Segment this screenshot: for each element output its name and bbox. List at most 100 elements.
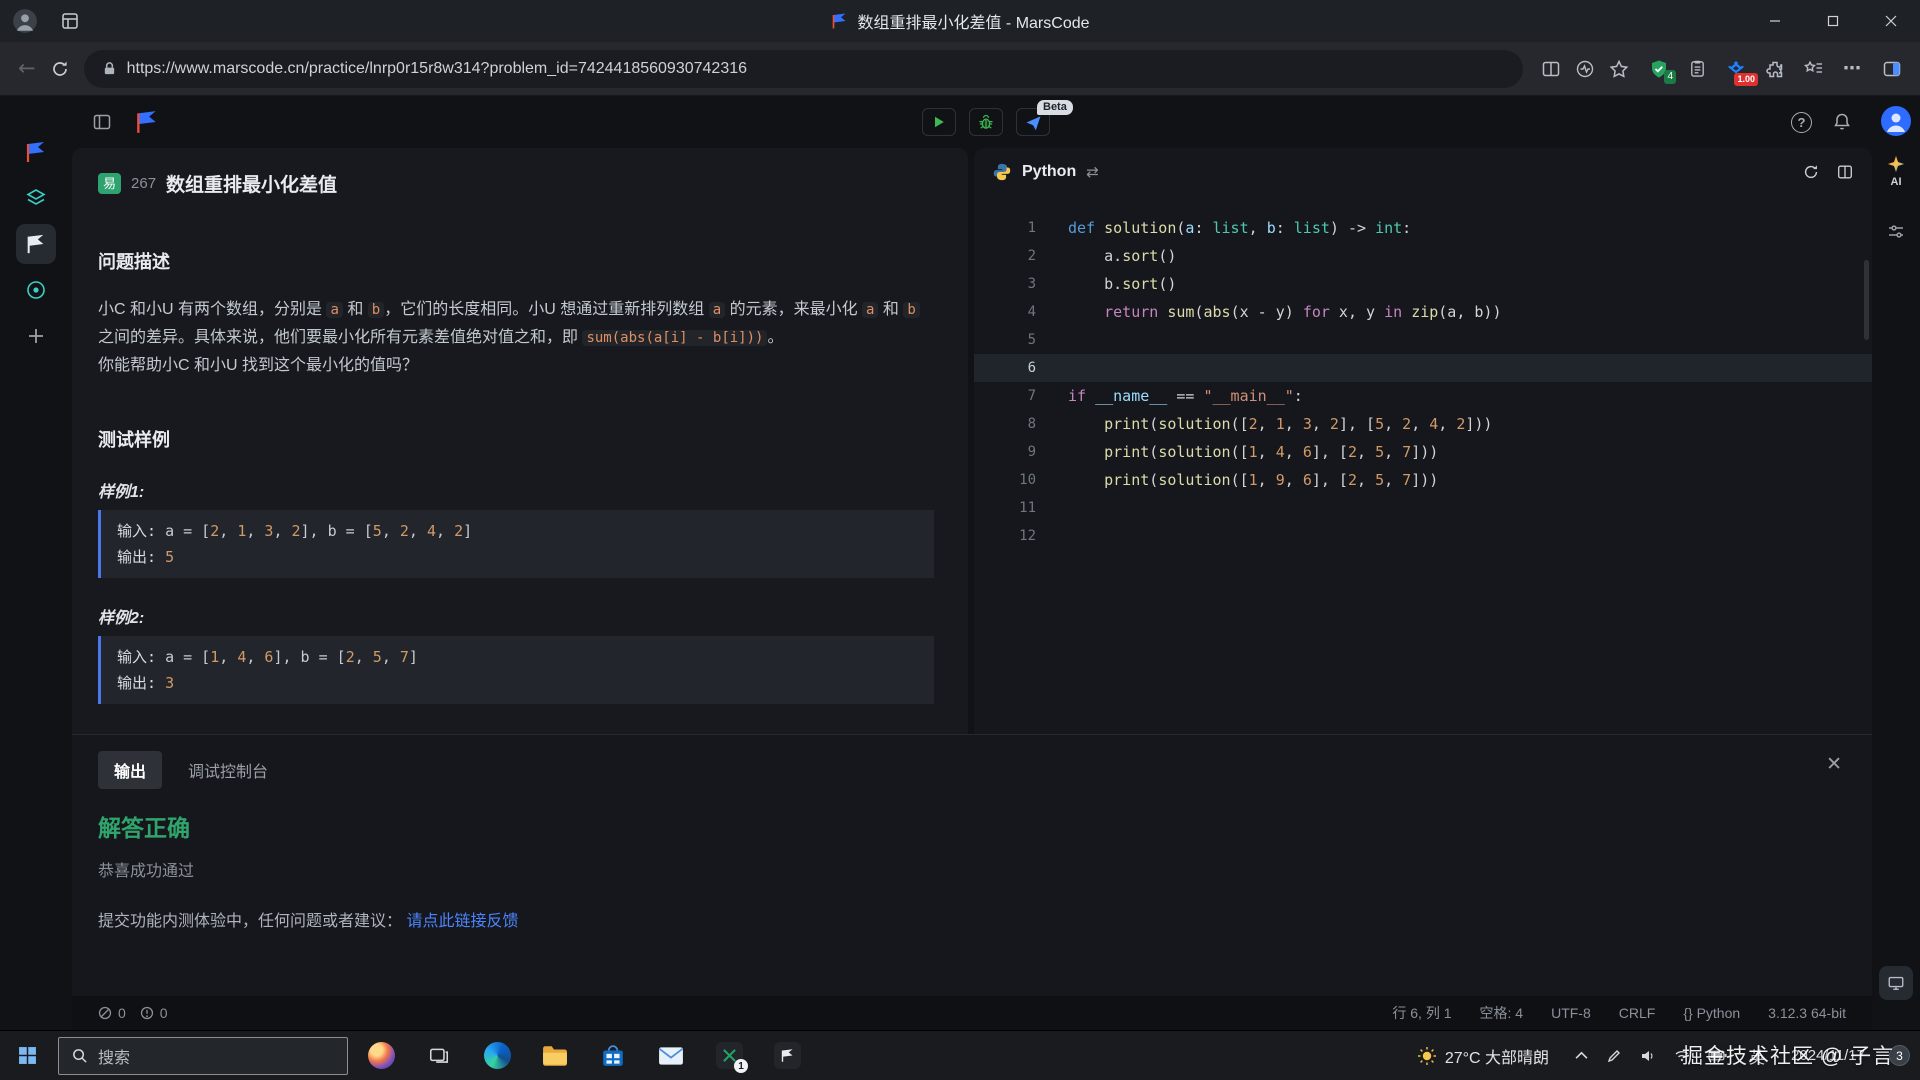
browser-addressbar: ← https://www.marscode.cn/practice/lnrp0… [0,42,1920,96]
sample-label: 样例1: [98,478,934,498]
submit-button[interactable]: Beta [1016,108,1050,136]
juejin-ext-icon[interactable]: 1.00 [1726,59,1746,79]
close-output-icon[interactable]: ✕ [1826,755,1842,774]
feedback-text: 提交功能内测体验中，任何问题或者建议： [98,913,402,930]
tab-output[interactable]: 输出 [98,751,162,789]
language-swap-icon[interactable]: ⇄ [1086,163,1099,181]
problem-number: 267 [131,175,156,192]
favorites-bar-icon[interactable] [1804,59,1824,79]
excel-app-icon[interactable]: 1 [700,1031,758,1080]
split-screen-icon[interactable] [1541,59,1561,79]
volume-icon[interactable] [1640,1048,1656,1064]
marscode-brand-icon[interactable] [134,109,160,135]
practice-section-icon[interactable] [16,224,56,264]
weather-widget[interactable]: 27°C 大部晴朗 [1417,1044,1549,1068]
language-selector[interactable]: Python [1022,163,1076,181]
explore-compass-icon[interactable] [16,270,56,310]
edge-app-icon[interactable] [468,1031,526,1080]
editor-scrollbar[interactable] [1864,260,1869,340]
back-icon[interactable]: ← [18,58,36,79]
window-minimize-button[interactable] [1746,0,1804,42]
notes-clipboard-icon[interactable] [1688,59,1707,78]
code-line[interactable]: 9 print(solution([1, 4, 6], [2, 5, 7])) [974,438,1872,466]
code-area[interactable]: 1def solution(a: list, b: list) -> int:2… [974,196,1872,734]
microsoft-store-icon[interactable] [584,1031,642,1080]
window-maximize-button[interactable] [1804,0,1862,42]
eol-sequence[interactable]: CRLF [1619,1005,1656,1021]
problem-description: 小C 和小U 有两个数组，分别是 a 和 b，它们的长度相同。小U 想通过重新排… [98,296,934,352]
split-editor-icon[interactable] [1836,163,1854,181]
window-titlebar: 数组重排最小化差值 - MarsCode [0,0,1920,42]
code-line[interactable]: 6 [974,354,1872,382]
start-button[interactable] [0,1031,54,1080]
add-plus-icon[interactable] [16,316,56,356]
editor-header: Python ⇄ [974,148,1872,196]
warnings-icon[interactable] [140,1006,154,1020]
marscode-app-icon[interactable] [758,1031,816,1080]
refresh-icon[interactable] [50,59,70,79]
settings-sliders-icon[interactable] [1886,222,1906,242]
pen-tray-icon[interactable] [1606,1048,1622,1064]
code-line[interactable]: 11 [974,494,1872,522]
output-panel: 输出 调试控制台 ✕ 解答正确 恭喜成功通过 提交功能内测体验中，任何问题或者建… [72,734,1872,996]
ai-assistant-button[interactable]: AI [1886,154,1906,188]
courses-layers-icon[interactable] [16,178,56,218]
code-line[interactable]: 1def solution(a: list, b: list) -> int: [974,214,1872,242]
task-view-icon[interactable] [410,1031,468,1080]
code-line[interactable]: 12 [974,522,1872,550]
tray-chevron-icon[interactable] [1575,1051,1588,1060]
copilot-sidebar-icon[interactable] [1882,59,1902,79]
notifications-bell-icon[interactable] [1832,112,1852,132]
samples-heading: 测试样例 [98,426,934,452]
weather-text: 27°C 大部晴朗 [1445,1044,1549,1068]
window-title: 数组重排最小化差值 - MarsCode [857,9,1089,33]
window-close-button[interactable] [1862,0,1920,42]
code-line[interactable]: 8 print(solution([2, 1, 3, 2], [5, 2, 4,… [974,410,1872,438]
beta-badge: Beta [1037,100,1073,115]
errors-icon[interactable] [98,1006,112,1020]
encoding[interactable]: UTF-8 [1551,1005,1591,1021]
extensions-puzzle-icon[interactable] [1765,59,1785,79]
code-editor-panel: Python ⇄ 1def solution(a: list, b: [974,148,1872,734]
search-placeholder: 搜索 [98,1044,130,1068]
lock-icon[interactable] [102,61,117,76]
taskbar-search-input[interactable]: 搜索 [58,1037,348,1075]
adblock-shield-icon[interactable]: 4 [1649,59,1669,79]
file-explorer-icon[interactable] [526,1031,584,1080]
code-line[interactable]: 5 [974,326,1872,354]
browser-essentials-icon[interactable] [1575,59,1595,79]
language-mode[interactable]: {} Python [1683,1005,1740,1021]
feedback-row: 提交功能内测体验中，任何问题或者建议： 请点此链接反馈 [98,907,1846,931]
debug-button[interactable] [969,108,1003,136]
sample-code-block: 输入: a = [1, 4, 6], b = [2, 5, 7]输出: 3 [98,636,934,704]
tab-actions-icon[interactable] [60,11,80,31]
marscode-logo-icon[interactable] [16,132,56,172]
code-line[interactable]: 10 print(solution([1, 9, 6], [2, 5, 7])) [974,466,1872,494]
browser-profile-icon[interactable] [12,8,38,34]
code-line[interactable]: 7if __name__ == "__main__": [974,382,1872,410]
reset-code-icon[interactable] [1802,163,1820,181]
mail-app-icon[interactable] [642,1031,700,1080]
app-toolbar: Beta ? [72,96,1872,148]
more-menu-icon[interactable]: ⋯ [1843,58,1863,79]
help-icon[interactable]: ? [1791,112,1812,133]
feedback-link[interactable]: 请点此链接反馈 [406,913,518,930]
cursor-position[interactable]: 行 6, 列 1 [1392,1003,1451,1023]
indentation[interactable]: 空格: 4 [1480,1003,1524,1023]
gallery-app-icon[interactable] [352,1031,410,1080]
interpreter-version[interactable]: 3.12.3 64-bit [1768,1005,1846,1021]
preview-monitor-button[interactable] [1879,966,1913,1000]
code-line[interactable]: 3 b.sort() [974,270,1872,298]
tab-debug-console[interactable]: 调试控制台 [188,758,268,782]
python-logo-icon [992,162,1012,182]
url-text[interactable]: https://www.marscode.cn/practice/lnrp0r1… [127,60,747,78]
code-line[interactable]: 2 a.sort() [974,242,1872,270]
sidebar-toggle-icon[interactable] [92,112,112,132]
description-heading: 问题描述 [98,248,934,274]
run-button[interactable] [922,108,956,136]
user-avatar[interactable] [1881,106,1911,136]
code-line[interactable]: 4 return sum(abs(x - y) for x, y in zip(… [974,298,1872,326]
url-field[interactable]: https://www.marscode.cn/practice/lnrp0r1… [84,50,1523,88]
favorite-star-icon[interactable] [1609,59,1629,79]
community-watermark: 掘金技术社区 @ 子言 [1682,1040,1894,1070]
